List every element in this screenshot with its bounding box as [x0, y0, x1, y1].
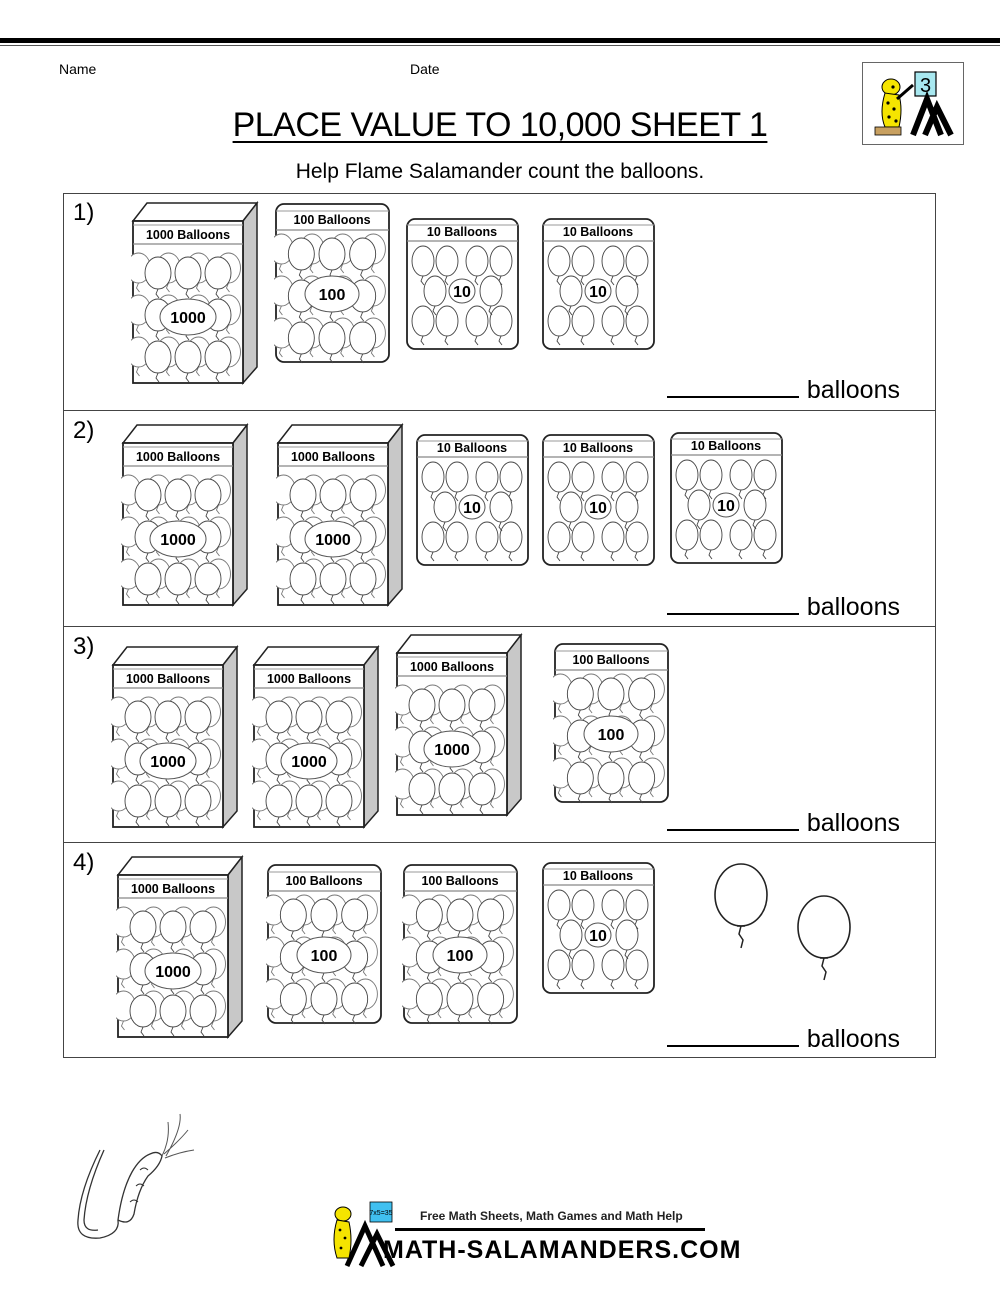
date-label: Date [410, 61, 440, 77]
answer-area: balloons [666, 593, 900, 622]
box-label: 1000 Balloons [131, 882, 215, 896]
box-value: 10 [717, 498, 735, 515]
box-label: 100 Balloons [285, 874, 362, 888]
top-rule-thin [0, 45, 1000, 46]
box-label: 1000 Balloons [146, 228, 230, 242]
question-number: 3) [73, 633, 95, 660]
box-value: 1000 [150, 754, 186, 771]
question-row: 1) 1000 Balloons 1000 100 Balloons 100 1… [63, 193, 936, 409]
balloon-box-100: 100 Balloons 100 [268, 202, 392, 371]
answer-area: balloons [666, 376, 900, 405]
box-label: 10 Balloons [563, 869, 633, 883]
question-number: 1) [73, 199, 95, 226]
answer-unit-label: balloons [806, 593, 900, 621]
balloon-box-100: 100 Balloons 100 [547, 642, 671, 811]
question-number: 2) [73, 417, 95, 444]
box-value: 10 [589, 500, 607, 517]
box-value: 10 [589, 284, 607, 301]
box-label: 100 Balloons [572, 653, 649, 667]
balloon-box-10: 10 Balloons 10 [541, 433, 657, 574]
box-label: 100 Balloons [293, 213, 370, 227]
balloon-box-1000: 1000 Balloons 1000 [106, 643, 239, 834]
box-value: 10 [589, 928, 607, 945]
box-label: 10 Balloons [437, 441, 507, 455]
box-value: 1000 [155, 964, 191, 981]
box-label: 1000 Balloons [410, 660, 494, 674]
question-row: 3) 1000 Balloons 1000 1000 Balloons 1000 [63, 626, 936, 842]
box-label: 1000 Balloons [267, 672, 351, 686]
answer-unit-label: balloons [806, 376, 900, 404]
question-number: 4) [73, 849, 95, 876]
answer-unit-label: balloons [806, 809, 900, 837]
answer-blank[interactable] [666, 593, 799, 615]
answer-unit-label: balloons [806, 1025, 900, 1053]
box-value: 1000 [291, 754, 327, 771]
question-row: 4) 1000 Balloons 1000 100 Balloons 100 1… [63, 842, 936, 1058]
balloon-box-1000: 1000 Balloons 1000 [390, 631, 523, 822]
box-value: 1000 [160, 532, 196, 549]
answer-blank[interactable] [666, 809, 799, 831]
instructions: Help Flame Salamander count the balloons… [295, 160, 705, 183]
balloon-box-10: 10 Balloons 10 [541, 861, 657, 1002]
single-balloon [713, 863, 773, 963]
balloon-box-1000: 1000 Balloons 1000 [116, 421, 249, 612]
box-label: 10 Balloons [563, 441, 633, 455]
footer-site-link[interactable]: MATH-SALAMANDERS.COM [383, 1236, 741, 1265]
footer-rule [395, 1228, 705, 1231]
balloon-icon [797, 895, 851, 981]
answer-blank[interactable] [666, 1025, 799, 1047]
box-label: 100 Balloons [421, 874, 498, 888]
footer-tagline: Free Math Sheets, Math Games and Math He… [420, 1209, 683, 1223]
flame-salamander-illustration [77, 1113, 195, 1239]
box-value: 100 [319, 287, 346, 304]
box-value: 10 [463, 500, 481, 517]
box-label: 10 Balloons [427, 225, 497, 239]
box-value: 100 [311, 948, 338, 965]
box-value: 100 [447, 948, 474, 965]
box-label: 10 Balloons [691, 439, 761, 453]
box-label: 1000 Balloons [136, 450, 220, 464]
balloon-box-10: 10 Balloons 10 [541, 217, 657, 358]
balloon-box-100: 100 Balloons 100 [396, 863, 520, 1032]
box-label: 1000 Balloons [126, 672, 210, 686]
balloon-box-10: 10 Balloons 10 [669, 431, 785, 572]
box-value: 100 [598, 727, 625, 744]
box-value: 10 [453, 284, 471, 301]
balloon-box-10: 10 Balloons 10 [405, 217, 521, 358]
box-value: 1000 [434, 742, 470, 759]
box-label: 1000 Balloons [291, 450, 375, 464]
balloon-box-100: 100 Balloons 100 [260, 863, 384, 1032]
top-rule [0, 38, 1000, 43]
balloon-box-1000: 1000 Balloons 1000 [126, 199, 259, 390]
balloon-box-1000: 1000 Balloons 1000 [271, 421, 404, 612]
answer-blank[interactable] [666, 376, 799, 398]
single-balloon [796, 895, 856, 995]
question-row: 2) 1000 Balloons 1000 1000 Balloons 1000 [63, 410, 936, 626]
balloon-box-1000: 1000 Balloons 1000 [111, 853, 244, 1044]
grade-number: 3 [920, 75, 931, 97]
answer-area: balloons [666, 809, 900, 838]
page-title: PLACE VALUE TO 10,000 SHEET 1 [232, 106, 768, 144]
balloon-box-10: 10 Balloons 10 [415, 433, 531, 574]
box-value: 1000 [315, 532, 351, 549]
box-value: 1000 [170, 310, 206, 327]
name-label: Name [59, 61, 97, 77]
box-label: 10 Balloons [563, 225, 633, 239]
balloon-icon [714, 863, 768, 949]
balloon-box-1000: 1000 Balloons 1000 [247, 643, 380, 834]
svg-text:7x5=35: 7x5=35 [369, 1210, 392, 1217]
answer-area: balloons [666, 1025, 900, 1054]
